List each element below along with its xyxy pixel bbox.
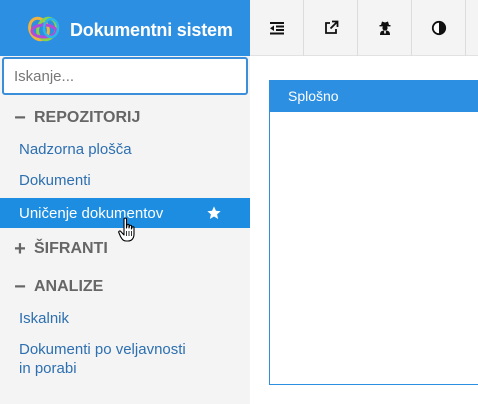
sidebar-item-dokumenti[interactable]: Dokumenti [0,171,250,190]
app: Dokumentni sistem − REPOZITORIJ Nadzorna… [0,0,478,404]
content-panel: Splošno [269,80,478,385]
brand-header[interactable]: Dokumentni sistem [0,0,250,56]
sidebar: Dokumentni sistem − REPOZITORIJ Nadzorna… [0,0,250,404]
contrast-toggle-button[interactable] [412,0,466,56]
group-analize[interactable]: − ANALIZE [0,269,250,305]
top-toolbar [250,0,478,56]
collapse-icon: − [14,107,26,129]
search-input[interactable] [2,57,248,95]
sidebar-item-label-line2: in porabi [19,360,77,377]
group-label: ŠIFRANTI [34,240,108,257]
app-title: Dokumentni sistem [70,20,233,40]
sidebar-item-label: Uničenje dokumentov [19,204,164,222]
star-icon[interactable] [206,205,222,221]
expand-icon: + [14,238,26,260]
incognito-button[interactable] [358,0,412,56]
sidebar-item-label: Dokumenti [19,172,91,189]
sidebar-item-iskalnik[interactable]: Iskalnik [0,309,250,328]
group-label: ANALIZE [34,278,104,295]
sidebar-item-nadzorna-plosca[interactable]: Nadzorna plošča [0,140,250,159]
collapse-icon: − [14,276,26,298]
sidebar-item-dokumenti-po-veljavnosti[interactable]: Dokumenti po veljavnosti in porabi [0,340,250,378]
rings-logo-icon [28,16,60,42]
outdent-icon [269,22,284,35]
group-label: REPOZITORIJ [34,109,141,126]
hand-cursor-icon [118,217,135,242]
sidebar-item-label: Nadzorna plošča [19,141,132,158]
user-secret-icon [379,21,390,35]
open-external-button[interactable] [304,0,358,56]
contrast-icon [431,20,446,36]
search-box [2,57,248,95]
sidebar-item-label: Iskalnik [19,310,70,327]
toggle-sidebar-button[interactable] [250,0,304,56]
panel-title: Splošno [270,81,478,112]
sidebar-item-label-line1: Dokumenti po veljavnosti [19,341,186,358]
external-link-icon [324,20,338,34]
group-repozitorij[interactable]: − REPOZITORIJ [0,100,250,136]
